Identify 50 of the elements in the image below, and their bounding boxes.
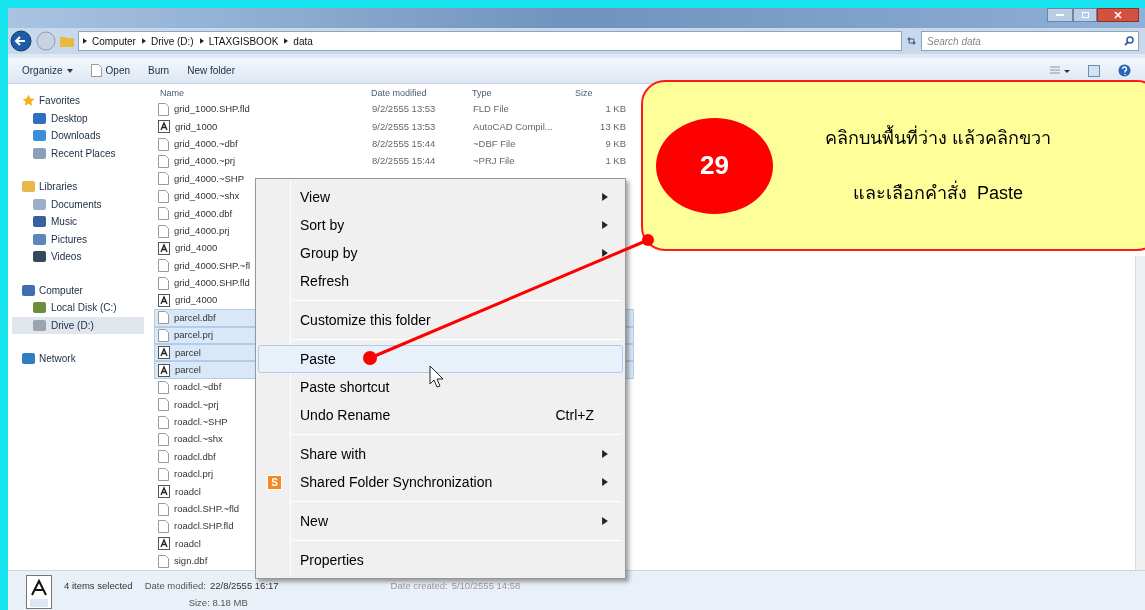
file-name: grid_4000.dbf (174, 206, 233, 221)
file-name: roadcl.~SHP (174, 415, 228, 430)
size-cell-text: 13 KB (599, 119, 626, 134)
date-cell-text: 9/2/2555 13:53 (372, 102, 437, 117)
file-name: roadcl.~shx (174, 432, 223, 447)
file-name: parcel (175, 362, 201, 377)
file-name: grid_1000 (175, 119, 218, 134)
file-name: grid_4000.~shx (174, 189, 240, 204)
step-number: 29 (656, 117, 773, 214)
type-cell-text: FLD File (473, 102, 510, 117)
detail-label: Date created: (390, 579, 448, 593)
file-name: roadcl.SHP.~fld (174, 501, 240, 516)
file-name: grid_4000.~SHP (174, 171, 244, 186)
file-name: grid_4000.~dbf (174, 137, 238, 152)
file-name: grid_4000.prj (174, 223, 230, 238)
file-name: roadcl.SHP.fld (174, 519, 234, 534)
file-name: grid_4000 (175, 293, 218, 308)
file-name: grid_4000 (175, 241, 218, 256)
date-cell-text: 8/2/2555 15:44 (372, 154, 437, 169)
instruction-text: คลิกบนพื้นที่ว่าง แล้วคลิกขวา (825, 124, 1051, 150)
file-name: grid_4000.SHP.~fl (174, 258, 251, 273)
instruction-text: และเลือกคำสั่ง Paste (853, 179, 1023, 205)
file-name: parcel.dbf (174, 310, 216, 325)
file-name: roadcl.~prj (174, 397, 219, 412)
file-name: parcel (175, 345, 201, 360)
size-cell-text: 9 KB (604, 137, 626, 152)
selection-count: 4 items selected (64, 579, 133, 593)
type-cell-text: AutoCAD Compil... (473, 119, 554, 134)
size-cell-text: 1 KB (604, 102, 626, 117)
file-name: grid_1000.SHP.fld (174, 102, 250, 117)
size-detail: Size: 8.18 MB (187, 596, 249, 610)
file-name: sign.dbf (174, 554, 208, 569)
file-name: parcel.prj (174, 328, 214, 343)
file-name: roadcl.prj (174, 467, 214, 482)
date-cell-text: 9/2/2555 13:53 (372, 119, 437, 134)
file-name: grid_4000.~prj (174, 154, 235, 169)
file-name: roadcl (175, 484, 201, 499)
size-cell-text: 1 KB (604, 154, 626, 169)
date-cell-text: 8/2/2555 15:44 (372, 137, 437, 152)
file-name: roadcl.dbf (174, 449, 216, 464)
sync-app-icon: S (267, 474, 282, 490)
type-cell-text: ~DBF File (473, 137, 517, 152)
detail-label: Date modified: (144, 579, 206, 593)
file-name: roadcl.~dbf (174, 380, 222, 395)
file-name: roadcl (175, 536, 201, 551)
shortcut-text: Ctrl+Z (555, 405, 594, 425)
type-cell-text: ~PRJ File (473, 154, 516, 169)
detail-value: 22/8/2555 16:17 (209, 579, 279, 593)
file-name: grid_4000.SHP.fld (174, 276, 250, 291)
detail-value: 5/10/2555 14:58 (451, 579, 521, 593)
